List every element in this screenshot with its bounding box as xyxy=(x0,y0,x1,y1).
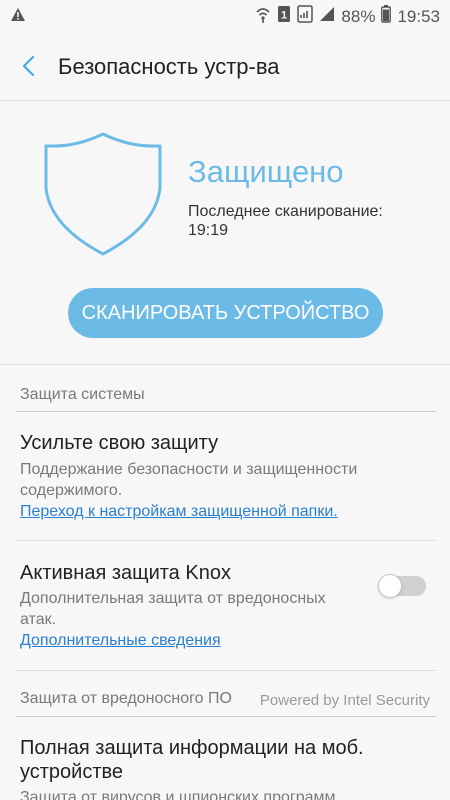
page-title: Безопасность устр-ва xyxy=(58,54,280,79)
item-description: атак. xyxy=(20,611,57,628)
powered-by-label: Powered by Intel Security xyxy=(259,692,430,709)
back-button[interactable] xyxy=(16,52,44,80)
clock: 19:53 xyxy=(397,6,440,26)
secure-folder-settings-link[interactable]: Переход к настройкам защищенной папки. xyxy=(20,503,338,521)
shield-icon xyxy=(34,130,172,260)
battery-percent: 88% xyxy=(341,6,376,26)
section-header-line xyxy=(16,716,436,717)
item-divider xyxy=(16,540,436,541)
chevron-left-icon xyxy=(22,55,35,77)
item-title: Активная защита Knox xyxy=(20,562,231,584)
last-scan-time: 19:19 xyxy=(188,222,229,239)
last-scan-label: Последнее сканирование: xyxy=(188,203,383,220)
section-header-system: Защита системы xyxy=(20,386,145,403)
svg-text:1: 1 xyxy=(281,10,287,22)
item-description: Поддержание безопасности и защищенности xyxy=(20,461,358,478)
warning-icon xyxy=(10,7,26,27)
item-divider xyxy=(16,670,436,671)
item-description: Защита от вирусов и шпионских программ xyxy=(20,789,336,800)
protection-status: Защищено xyxy=(188,154,344,189)
item-description: содержимого. xyxy=(20,482,123,499)
toggle-knob xyxy=(378,574,402,598)
status-bar: 1 88% 19:53 xyxy=(0,0,450,32)
scan-device-button[interactable]: СКАНИРОВАТЬ УСТРОЙСТВО xyxy=(68,288,383,338)
wifi-icon xyxy=(255,5,271,28)
more-info-link[interactable]: Дополнительные сведения xyxy=(20,632,221,650)
app-bar: Безопасность устр-ва xyxy=(0,32,450,100)
signal-icon xyxy=(319,6,335,27)
item-title: Усильте свою защиту xyxy=(20,432,219,454)
section-header-malware: Защита от вредоносного ПО xyxy=(20,690,232,707)
section-header-line xyxy=(16,411,436,412)
section-divider xyxy=(0,364,450,365)
battery-icon xyxy=(381,5,392,28)
knox-protection-toggle[interactable] xyxy=(378,574,426,598)
sim-one-icon: 1 xyxy=(277,5,291,28)
item-title: устройстве xyxy=(20,761,124,783)
sim-card-icon xyxy=(297,5,314,28)
item-title: Полная защита информации на моб. xyxy=(20,737,364,759)
app-bar-divider xyxy=(0,100,450,101)
item-description: Дополнительная защита от вредоносных xyxy=(20,590,326,607)
